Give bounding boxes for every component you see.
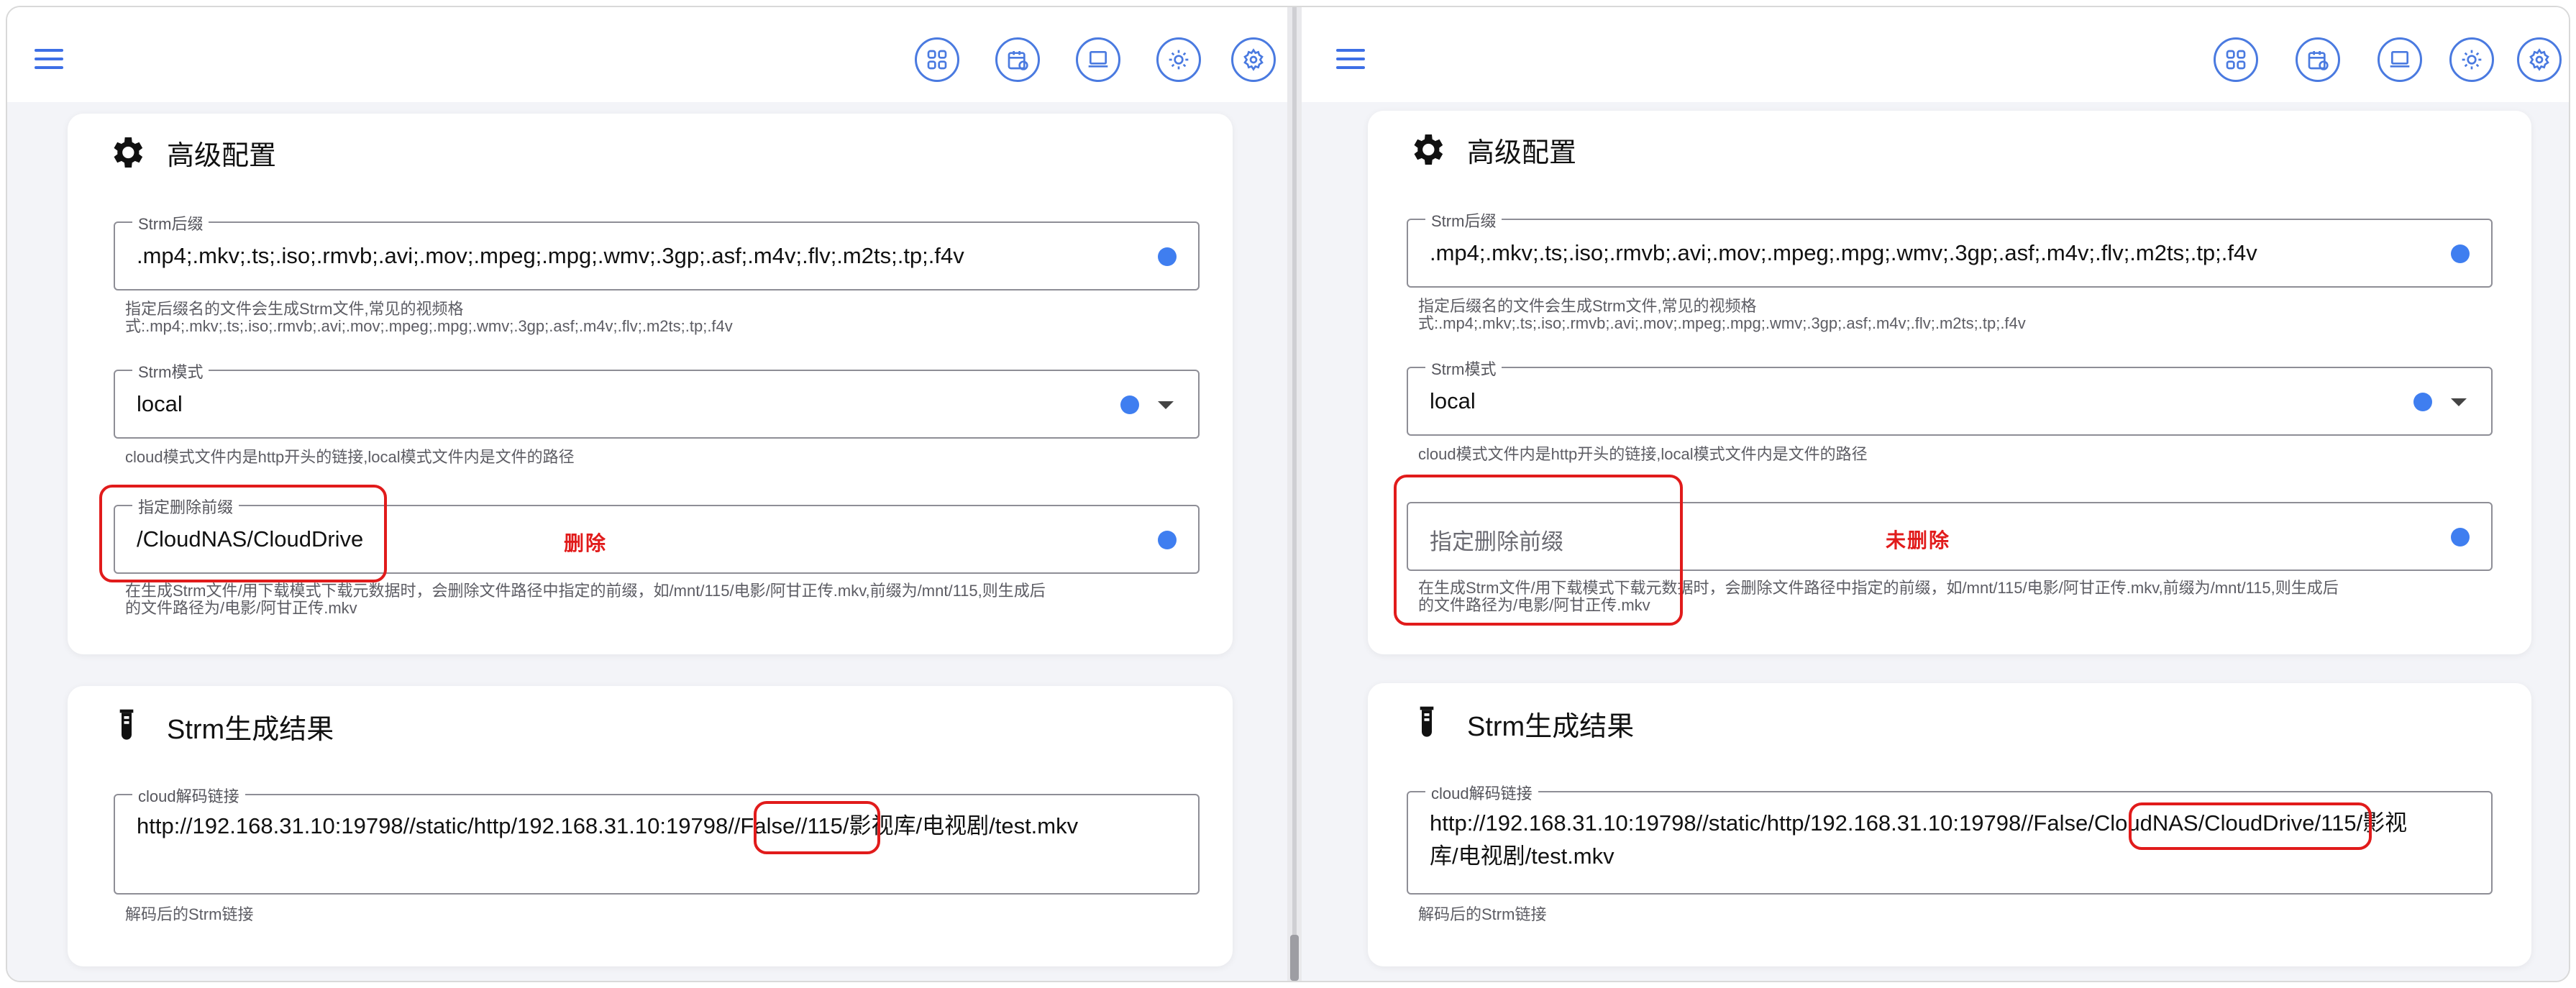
advanced-config-header: 高级配置 <box>1407 129 1576 170</box>
strm-suffix-hint-2: 式:.mp4;.mkv;.ts;.iso;.rmvb;.avi;.mov;.mp… <box>125 317 733 335</box>
strm-result-title: Strm生成结果 <box>167 714 334 745</box>
strm-mode-value[interactable]: local <box>1430 388 1476 414</box>
monitor-icon[interactable] <box>1076 37 1120 82</box>
cloud-link-field[interactable]: cloud解码链接 http://192.168.31.10:19798//st… <box>114 784 1200 895</box>
test-tube-icon <box>106 706 147 746</box>
chevron-down-icon[interactable] <box>2451 398 2467 406</box>
menu-icon[interactable] <box>35 49 63 69</box>
annotation-note: 未删除 <box>1886 529 1951 552</box>
test-tube-icon <box>1407 703 1447 744</box>
strm-mode-select[interactable]: Strm模式 local <box>114 360 1200 439</box>
strm-result-header: Strm生成结果 <box>1407 703 1634 744</box>
cloud-link-hint: 解码后的Strm链接 <box>1418 905 1547 923</box>
gear-icon[interactable] <box>2517 37 2562 82</box>
grid-icon[interactable] <box>915 37 959 82</box>
calendar-icon[interactable] <box>2296 37 2340 82</box>
menu-icon[interactable] <box>1336 49 1365 69</box>
scrollbar-thumb[interactable] <box>1290 935 1299 981</box>
strm-suffix-value[interactable]: .mp4;.mkv;.ts;.iso;.rmvb;.avi;.mov;.mpeg… <box>137 243 964 269</box>
strm-suffix-hint-1: 指定后缀名的文件会生成Strm文件,常见的视频格 <box>1418 297 1757 315</box>
status-dot <box>2451 528 2470 546</box>
gear-icon[interactable] <box>1231 37 1276 82</box>
sun-icon[interactable] <box>2449 37 2494 82</box>
screenshot-frame: 高级配置 Strm后缀 .mp4;.mkv;.ts;.iso;.rmvb;.av… <box>6 6 2570 982</box>
annotation-box <box>2129 802 2372 850</box>
status-dot <box>2451 244 2470 263</box>
delete-prefix-hint-1: 在生成Strm文件/用下载模式下载元数据时，会删除文件路径中指定的前缀，如/mn… <box>125 582 1046 600</box>
advanced-config-title: 高级配置 <box>1467 137 1577 168</box>
grid-icon[interactable] <box>2214 37 2258 82</box>
annotation-box <box>99 485 387 582</box>
left-topbar <box>7 7 1287 102</box>
cloud-link-value[interactable]: http://192.168.31.10:19798//static/http/… <box>137 810 1177 843</box>
strm-suffix-value[interactable]: .mp4;.mkv;.ts;.iso;.rmvb;.avi;.mov;.mpeg… <box>1430 240 2257 266</box>
annotation-note: 删除 <box>564 531 608 555</box>
left-pane: 高级配置 Strm后缀 .mp4;.mkv;.ts;.iso;.rmvb;.av… <box>7 7 1287 981</box>
strm-suffix-label: Strm后缀 <box>132 211 209 234</box>
chevron-down-icon[interactable] <box>1158 401 1174 409</box>
strm-mode-value[interactable]: local <box>137 391 183 417</box>
strm-suffix-hint-2: 式:.mp4;.mkv;.ts;.iso;.rmvb;.avi;.mov;.mp… <box>1418 314 2026 332</box>
strm-mode-label: Strm模式 <box>132 360 209 383</box>
pane-divider-line <box>1292 7 1297 981</box>
monitor-icon[interactable] <box>2378 37 2422 82</box>
strm-suffix-field[interactable]: Strm后缀 .mp4;.mkv;.ts;.iso;.rmvb;.avi;.mo… <box>1407 209 2493 288</box>
strm-result-card: Strm生成结果 cloud解码链接 http://192.168.31.10:… <box>68 686 1233 966</box>
advanced-config-header: 高级配置 <box>106 132 276 173</box>
status-dot <box>1120 395 1139 414</box>
strm-mode-hint: cloud模式文件内是http开头的链接,local模式文件内是文件的路径 <box>1418 445 1868 463</box>
gear-icon <box>1407 129 1447 170</box>
status-dot <box>2413 393 2432 411</box>
calendar-icon[interactable] <box>995 37 1040 82</box>
strm-result-title: Strm生成结果 <box>1467 711 1635 742</box>
right-pane: 高级配置 Strm后缀 .mp4;.mkv;.ts;.iso;.rmvb;.av… <box>1302 7 2569 981</box>
annotation-box <box>1394 475 1683 626</box>
cloud-link-label: cloud解码链接 <box>132 784 245 807</box>
status-dot <box>1158 247 1177 266</box>
strm-suffix-field[interactable]: Strm后缀 .mp4;.mkv;.ts;.iso;.rmvb;.avi;.mo… <box>114 211 1200 291</box>
strm-suffix-label: Strm后缀 <box>1425 209 1502 232</box>
status-dot <box>1158 531 1177 549</box>
link-part: http://192.168.31.10:19798//static/http/… <box>1430 810 2088 836</box>
link-part: 库/电视剧/test.mkv <box>1430 843 1614 869</box>
strm-mode-label: Strm模式 <box>1425 357 1502 380</box>
sun-icon[interactable] <box>1156 37 1201 82</box>
link-part: http://192.168.31.10:19798//static/http/… <box>137 813 729 838</box>
cloud-link-hint: 解码后的Strm链接 <box>125 905 254 923</box>
cloud-link-label: cloud解码链接 <box>1425 781 1538 804</box>
delete-prefix-hint-2: 的文件路径为/电影/阿甘正传.mkv <box>125 599 357 617</box>
strm-suffix-hint-1: 指定后缀名的文件会生成Strm文件,常见的视频格 <box>125 300 464 318</box>
gear-icon <box>106 132 147 173</box>
advanced-config-title: 高级配置 <box>167 140 277 171</box>
strm-result-header: Strm生成结果 <box>106 706 334 746</box>
strm-mode-hint: cloud模式文件内是http开头的链接,local模式文件内是文件的路径 <box>125 448 575 466</box>
right-topbar <box>1302 7 2569 102</box>
annotation-box <box>754 801 880 854</box>
strm-mode-select[interactable]: Strm模式 local <box>1407 357 2493 436</box>
